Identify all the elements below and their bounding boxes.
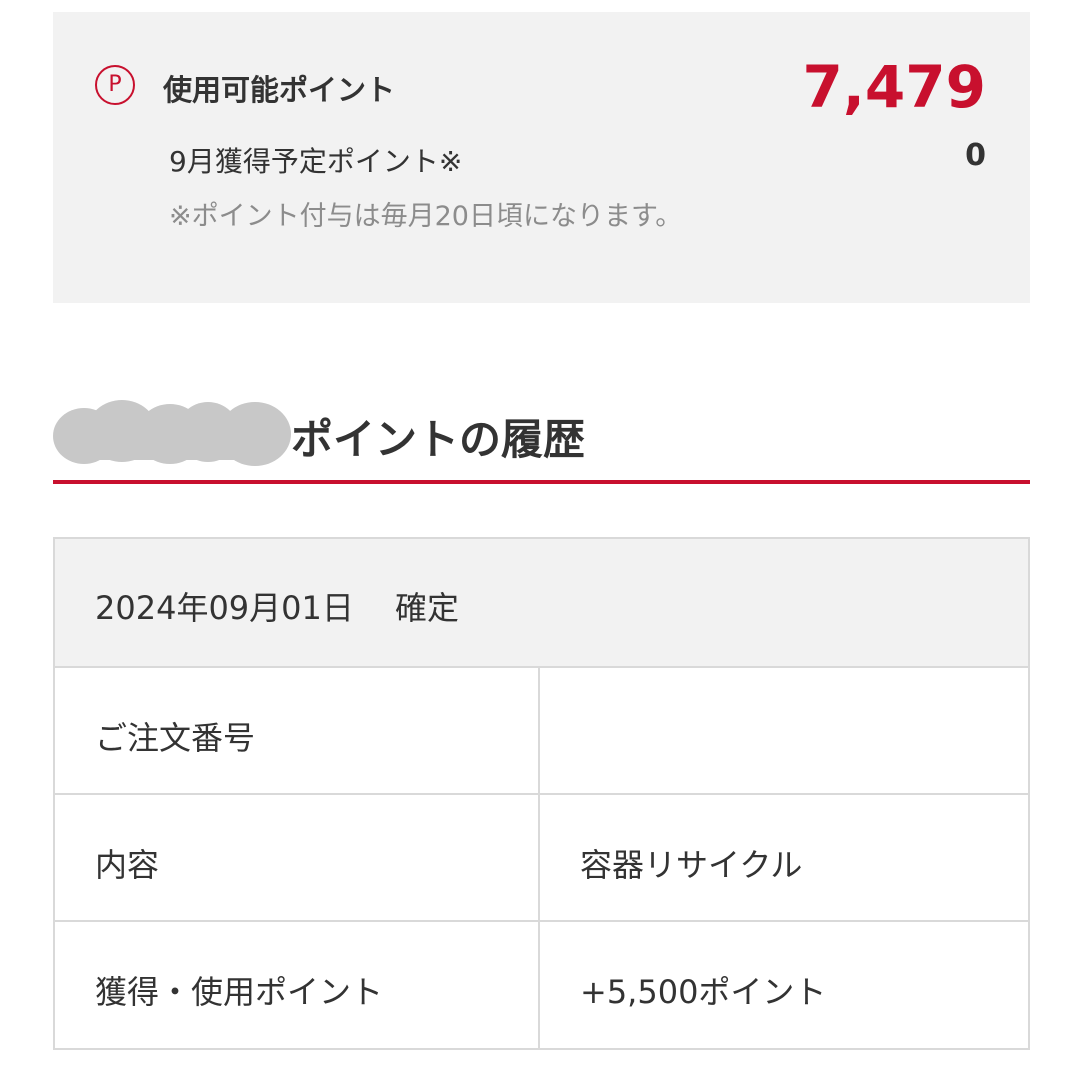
content-value: 容器リサイクル [580,846,803,884]
entry-status: 確定 [395,589,460,627]
points-change-label-cell: 獲得・使用ポイント [55,922,540,1048]
circled-p-icon: P [95,65,135,105]
order-number-label: ご注文番号 [95,719,256,757]
content-label: 内容 [95,846,160,884]
points-change-value: +5,500ポイント [580,973,827,1011]
table-row: 獲得・使用ポイント +5,500ポイント [55,922,1028,1048]
history-entry-header: 2024年09月01日 確定 [55,539,1028,668]
table-row: ご注文番号 [55,668,1028,795]
points-note: ※ポイント付与は毎月20日頃になります。 [169,201,683,232]
history-heading: ポイントの履歴 [53,398,1030,484]
table-row: 内容 容器リサイクル [55,795,1028,922]
points-change-label: 獲得・使用ポイント [95,973,384,1011]
order-number-value-cell [540,668,1028,793]
points-summary: P 使用可能ポイント 7,479 9月獲得予定ポイント※ 0 ※ポイント付与は毎… [53,12,1030,303]
redacted-name-blur [53,400,291,466]
entry-date: 2024年09月01日 [95,589,354,627]
available-points-value: 7,479 [802,53,986,121]
scheduled-points-label: 9月獲得予定ポイント※ [169,145,463,178]
history-title: ポイントの履歴 [291,415,586,464]
content-label-cell: 内容 [55,795,540,920]
history-table: 2024年09月01日 確定 ご注文番号 内容 容器リサイクル 獲得・使用ポイン… [53,537,1030,1050]
content-value-cell: 容器リサイクル [540,795,1028,920]
order-number-label-cell: ご注文番号 [55,668,540,793]
points-change-value-cell: +5,500ポイント [540,922,1028,1048]
available-points-label: 使用可能ポイント [163,73,396,107]
scheduled-points-value: 0 [965,138,986,173]
